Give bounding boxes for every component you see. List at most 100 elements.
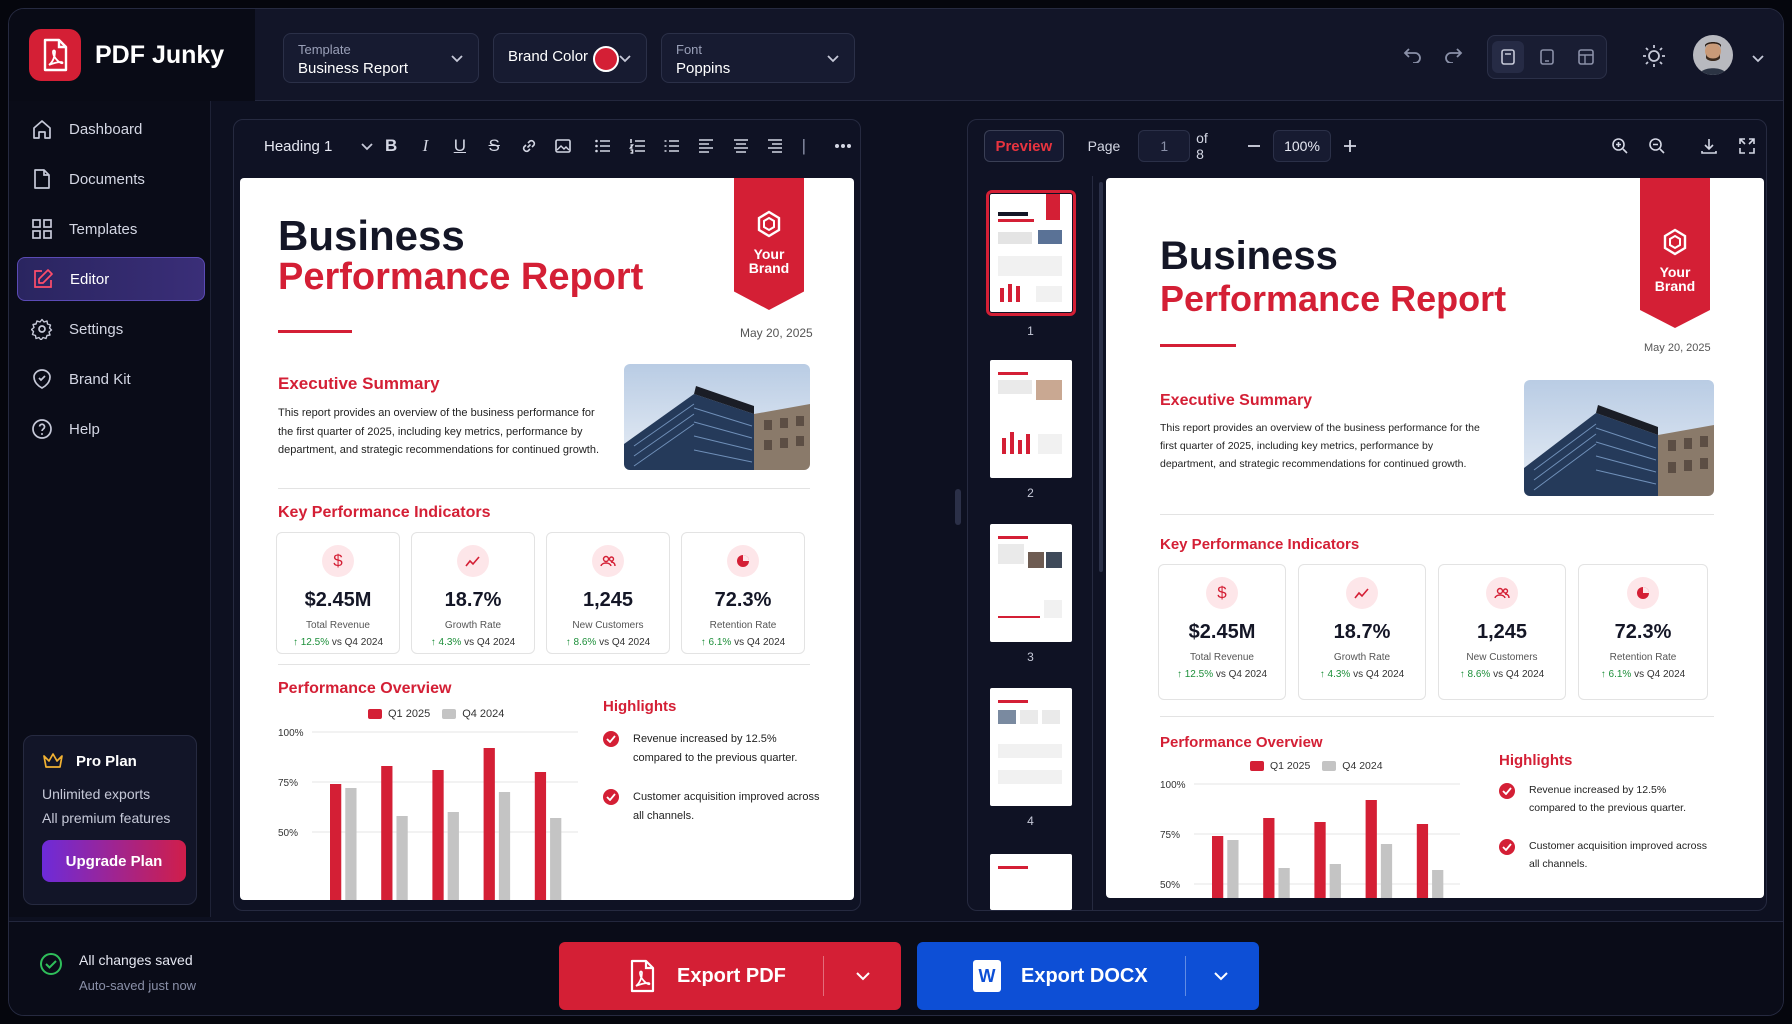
highlight-text: Customer acquisition improved across all… <box>1529 840 1707 870</box>
undo-button[interactable] <box>1399 41 1427 69</box>
kpi-value: 72.3% <box>714 589 772 611</box>
sidebar-item-dashboard[interactable]: Dashboard <box>17 107 205 151</box>
home-icon <box>33 120 51 139</box>
brand-ribbon-text: Your Brand <box>1654 264 1696 294</box>
thumbnail-number: 2 <box>1027 486 1034 500</box>
thumbnail-page[interactable] <box>990 688 1072 806</box>
thumbnail-page[interactable] <box>990 360 1072 478</box>
zoom-increase-button[interactable] <box>1331 128 1369 164</box>
brand-ribbon: Your Brand <box>1640 178 1710 328</box>
kpi-card-revenue: $ $2.45M Total Revenue ↑ 12.5% vs Q4 202… <box>1158 564 1286 700</box>
view-split-button[interactable] <box>1570 41 1602 73</box>
legend-swatch-q1 <box>1250 761 1264 771</box>
dollar-icon: $ <box>1206 577 1238 609</box>
brand-color-dropdown[interactable]: Brand Color <box>493 33 647 83</box>
highlight-text: Revenue increased by 12.5% compared to t… <box>633 733 798 764</box>
more-horizontal-icon <box>834 144 851 148</box>
sidebar-item-label: Templates <box>69 220 138 238</box>
kpi-value: 72.3% <box>1614 621 1672 643</box>
doc-date: May 20, 2025 <box>740 326 813 340</box>
thumbnail-page[interactable] <box>986 190 1076 316</box>
preview-tab[interactable]: Preview <box>984 130 1064 162</box>
view-single-button[interactable] <box>1492 41 1524 73</box>
image-button[interactable] <box>546 128 580 164</box>
bullet-list-button[interactable] <box>586 128 620 164</box>
thumbnail-scrollbar[interactable] <box>1099 182 1103 572</box>
zoom-level[interactable]: 100% <box>1273 130 1331 162</box>
download-button[interactable] <box>1690 128 1728 164</box>
link-button[interactable] <box>511 128 545 164</box>
thumbnail-page[interactable] <box>990 854 1072 910</box>
panel-resize-handle[interactable] <box>955 489 961 525</box>
kpi-delta-vs: vs Q4 2024 <box>599 637 651 648</box>
underline-button[interactable]: U <box>443 128 477 164</box>
kpi-delta-value: 4.3% <box>1327 669 1351 680</box>
redo-button[interactable] <box>1439 41 1467 69</box>
legend-label: Q1 2025 <box>388 708 431 720</box>
kpi-label: Total Revenue <box>1190 652 1254 663</box>
chevron-down-icon[interactable] <box>1751 51 1765 65</box>
sidebar-item-brand-kit[interactable]: Brand Kit <box>17 357 205 401</box>
zoom-in-button[interactable] <box>1601 128 1639 164</box>
upgrade-plan-button[interactable]: Upgrade Plan <box>42 840 186 882</box>
legend-swatch-q1 <box>368 709 382 719</box>
italic-button[interactable]: I <box>408 128 442 164</box>
checklist-button[interactable] <box>655 128 689 164</box>
brand-ribbon: Your Brand <box>734 178 804 310</box>
sidebar: Dashboard Documents Templates Editor Set… <box>9 101 211 917</box>
avatar-image <box>1693 35 1733 75</box>
sidebar-item-documents[interactable]: Documents <box>17 157 205 201</box>
brand-ribbon-text: Your Brand <box>748 246 790 276</box>
strikethrough-button[interactable]: S <box>477 128 511 164</box>
brand-color-swatch <box>593 46 619 72</box>
heading-select[interactable]: Heading 1 <box>264 138 374 155</box>
page-number-input[interactable]: 1 <box>1138 130 1191 162</box>
bar-q4-2024 <box>396 816 408 900</box>
kpi-value: $2.45M <box>304 589 372 611</box>
export-pdf-button[interactable]: Export PDF <box>559 942 901 1010</box>
performance-bar-chart: 100% 75% 50% <box>278 728 578 900</box>
sidebar-item-help[interactable]: Help <box>17 407 205 451</box>
align-right-icon <box>767 139 782 153</box>
chevron-down-icon <box>361 143 373 151</box>
pro-plan-feature: All premium features <box>42 810 171 826</box>
section-divider <box>1160 514 1714 515</box>
thumbnail-page[interactable] <box>990 524 1072 642</box>
trend-up-icon: ↑ <box>565 637 571 648</box>
doc-title-line2: Performance Report <box>1160 278 1507 319</box>
chevron-down-icon[interactable] <box>1213 969 1229 983</box>
align-left-button[interactable] <box>689 128 723 164</box>
view-tablet-button[interactable] <box>1531 41 1563 73</box>
pro-plan-card: Pro Plan Unlimited exports All premium f… <box>23 735 197 905</box>
numbered-list-button[interactable] <box>620 128 654 164</box>
user-avatar[interactable] <box>1693 35 1733 75</box>
fullscreen-button[interactable] <box>1728 128 1766 164</box>
template-label: Template <box>298 42 351 57</box>
align-center-button[interactable] <box>723 128 757 164</box>
bold-button[interactable]: B <box>374 128 408 164</box>
more-button[interactable] <box>826 128 860 164</box>
legend-label: Q4 2024 <box>462 708 505 720</box>
sidebar-item-templates[interactable]: Templates <box>17 207 205 251</box>
trend-up-icon: ↑ <box>1319 669 1325 680</box>
hexagon-logo-icon <box>757 210 781 238</box>
chevron-down-icon[interactable] <box>855 969 871 983</box>
thumbnail-number: 4 <box>1027 814 1034 828</box>
font-dropdown[interactable]: Font Poppins <box>661 33 855 83</box>
sidebar-item-settings[interactable]: Settings <box>17 307 205 351</box>
sidebar-item-editor[interactable]: Editor <box>17 257 205 301</box>
doc-title-line1: Business <box>278 212 465 259</box>
export-docx-button[interactable]: W Export DOCX <box>917 942 1259 1010</box>
template-dropdown[interactable]: Template Business Report <box>283 33 479 83</box>
kpi-title: Key Performance Indicators <box>1160 536 1360 553</box>
expand-icon <box>1739 138 1755 154</box>
trend-up-icon: ↑ <box>1459 669 1465 680</box>
zoom-decrease-button[interactable] <box>1235 128 1273 164</box>
editor-document-page[interactable]: Business Performance Report Your Brand M… <box>240 178 854 900</box>
zoom-out-button[interactable] <box>1639 128 1677 164</box>
page-thumbnails: 1 2 3 4 <box>968 176 1093 910</box>
align-right-button[interactable] <box>758 128 792 164</box>
theme-toggle-button[interactable] <box>1639 41 1669 71</box>
pdf-logo-icon <box>29 29 81 81</box>
kpi-delta-vs: vs Q4 2024 <box>331 637 384 648</box>
